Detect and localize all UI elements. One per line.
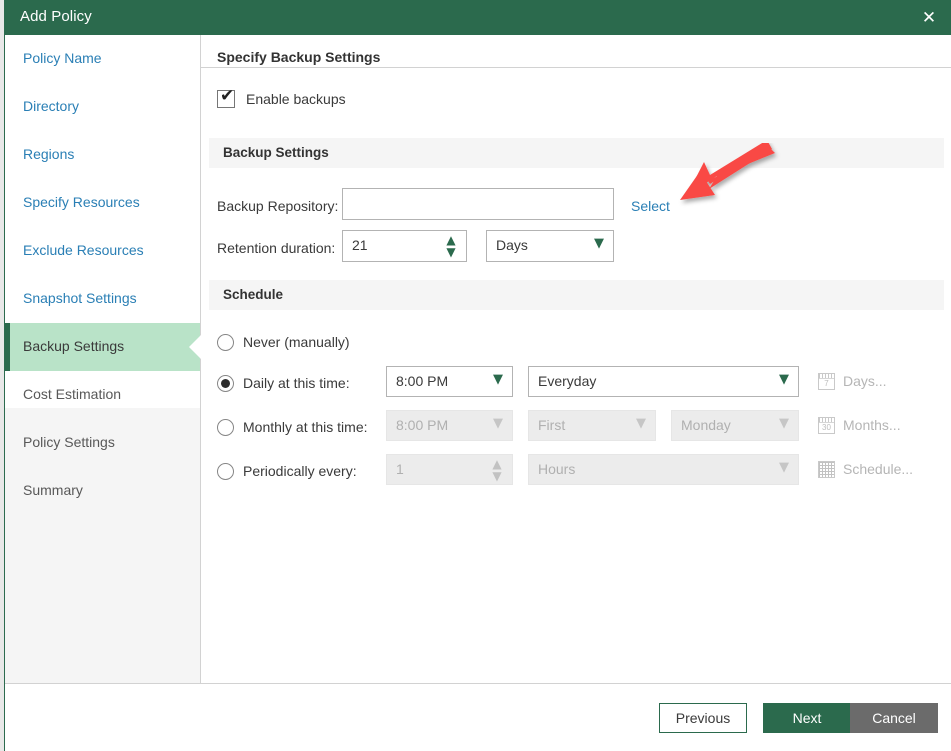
next-button[interactable]: Next	[763, 703, 851, 733]
enable-backups-checkbox[interactable]: ✔	[217, 86, 235, 108]
daily-time-value: 8:00 PM	[396, 373, 449, 389]
sidebar-item-label: Policy Name	[23, 50, 102, 66]
daily-frequency-value: Everyday	[538, 373, 597, 389]
select-repository-link[interactable]: Select	[631, 198, 670, 214]
monthly-weekday-value: Monday	[681, 417, 731, 433]
sidebar-item-label: Specify Resources	[23, 194, 140, 210]
sidebar-item-directory[interactable]: Directory	[5, 83, 200, 131]
section-title: Schedule	[223, 287, 284, 302]
wizard-sidebar: Policy Name Directory Regions Specify Re…	[5, 35, 201, 683]
retention-unit-value: Days	[496, 237, 528, 253]
schedule-option-label: Periodically every:	[243, 463, 357, 479]
periodic-interval-value: 1	[396, 461, 404, 477]
sidebar-item-policy-settings[interactable]: Policy Settings	[5, 419, 200, 467]
calendar-number: 7	[824, 379, 829, 388]
retention-unit-select[interactable]: Days ▼	[486, 230, 614, 262]
active-indicator-notch	[189, 335, 201, 359]
chevron-down-icon: ▼	[493, 372, 503, 387]
retention-duration-value: 21	[352, 237, 368, 253]
sidebar-item-regions[interactable]: Regions	[5, 131, 200, 179]
backup-repository-input[interactable]	[342, 188, 614, 220]
schedule-section-header: Schedule	[209, 280, 944, 310]
sidebar-item-summary[interactable]: Summary	[5, 467, 200, 515]
sidebar-item-specify-resources[interactable]: Specify Resources	[5, 179, 200, 227]
title-bar: Add Policy ✕	[5, 0, 951, 35]
previous-button[interactable]: Previous	[659, 703, 747, 733]
sidebar-item-label: Cost Estimation	[23, 386, 122, 402]
chevron-down-icon: ▼	[594, 236, 604, 251]
sidebar-item-policy-name[interactable]: Policy Name	[5, 35, 200, 83]
dialog-footer: Previous Next Cancel	[5, 683, 951, 751]
periodic-interval-stepper: 1 ▲ ▼	[386, 454, 513, 485]
schedule-option-label: Never (manually)	[243, 334, 350, 350]
sidebar-item-label: Snapshot Settings	[23, 290, 137, 306]
radio-daily[interactable]	[217, 375, 234, 392]
retention-duration-label: Retention duration:	[217, 240, 336, 256]
calendar-7-icon: 7	[818, 373, 835, 390]
sidebar-item-label: Policy Settings	[23, 434, 115, 450]
section-title: Backup Settings	[223, 145, 329, 160]
days-button-label: Days...	[843, 373, 887, 389]
months-button-label: Months...	[843, 417, 901, 433]
radio-selected-dot	[221, 379, 230, 388]
backup-settings-section-header: Backup Settings	[209, 138, 944, 168]
enable-backups-label: Enable backups	[246, 91, 346, 107]
title-divider	[201, 67, 951, 68]
monthly-time-value: 8:00 PM	[396, 417, 449, 433]
stepper-down-icon[interactable]: ▼	[444, 246, 458, 258]
chevron-down-icon: ▼	[493, 416, 503, 431]
schedule-button-label: Schedule...	[843, 461, 914, 477]
monthly-weekday-select: Monday ▼	[671, 410, 799, 441]
daily-frequency-select[interactable]: Everyday ▼	[528, 366, 799, 397]
checkmark-icon: ✔	[220, 86, 235, 106]
radio-monthly[interactable]	[217, 419, 234, 436]
sidebar-item-label: Summary	[23, 482, 83, 498]
schedule-option-label: Daily at this time:	[243, 375, 350, 391]
close-icon[interactable]: ✕	[916, 6, 942, 30]
cancel-button[interactable]: Cancel	[850, 703, 938, 733]
radio-periodically[interactable]	[217, 463, 234, 480]
calendar-30-icon: 30	[818, 417, 835, 434]
daily-time-select[interactable]: 8:00 PM ▼	[386, 366, 513, 397]
backup-repository-label: Backup Repository:	[217, 198, 339, 214]
sidebar-item-label: Exclude Resources	[23, 242, 144, 258]
sidebar-item-label: Regions	[23, 146, 75, 162]
sidebar-item-backup-settings[interactable]: Backup Settings	[5, 323, 201, 371]
stepper-down-icon: ▼	[492, 469, 502, 483]
periodic-unit-select: Hours ▼	[528, 454, 799, 485]
add-policy-dialog: Add Policy ✕ Policy Name Directory Regio…	[0, 0, 951, 751]
chevron-down-icon: ▼	[636, 416, 646, 431]
sidebar-item-cost-estimation[interactable]: Cost Estimation	[5, 371, 200, 419]
radio-never[interactable]	[217, 334, 234, 351]
sidebar-item-label: Backup Settings	[23, 338, 125, 354]
content-pane: Specify Backup Settings ✔ Enable backups…	[201, 35, 951, 683]
periodic-unit-value: Hours	[538, 461, 576, 477]
calendar-grid-icon	[818, 461, 835, 478]
page-title: Specify Backup Settings	[217, 49, 381, 65]
monthly-time-select: 8:00 PM ▼	[386, 410, 513, 441]
window-title: Add Policy	[20, 8, 92, 25]
sidebar-item-label: Directory	[23, 98, 80, 114]
chevron-down-icon: ▼	[779, 416, 789, 431]
retention-duration-stepper[interactable]: 21 ▲ ▼	[342, 230, 467, 262]
schedule-option-label: Monthly at this time:	[243, 419, 368, 435]
sidebar-item-exclude-resources[interactable]: Exclude Resources	[5, 227, 200, 275]
chevron-down-icon: ▼	[779, 372, 789, 387]
chevron-down-icon: ▼	[779, 460, 789, 475]
sidebar-item-snapshot-settings[interactable]: Snapshot Settings	[5, 275, 200, 323]
active-indicator-bar	[5, 323, 10, 371]
calendar-number: 30	[822, 423, 831, 432]
monthly-ordinal-value: First	[538, 417, 566, 433]
dialog-window: Add Policy ✕ Policy Name Directory Regio…	[4, 0, 951, 751]
monthly-ordinal-select: First ▼	[528, 410, 656, 441]
